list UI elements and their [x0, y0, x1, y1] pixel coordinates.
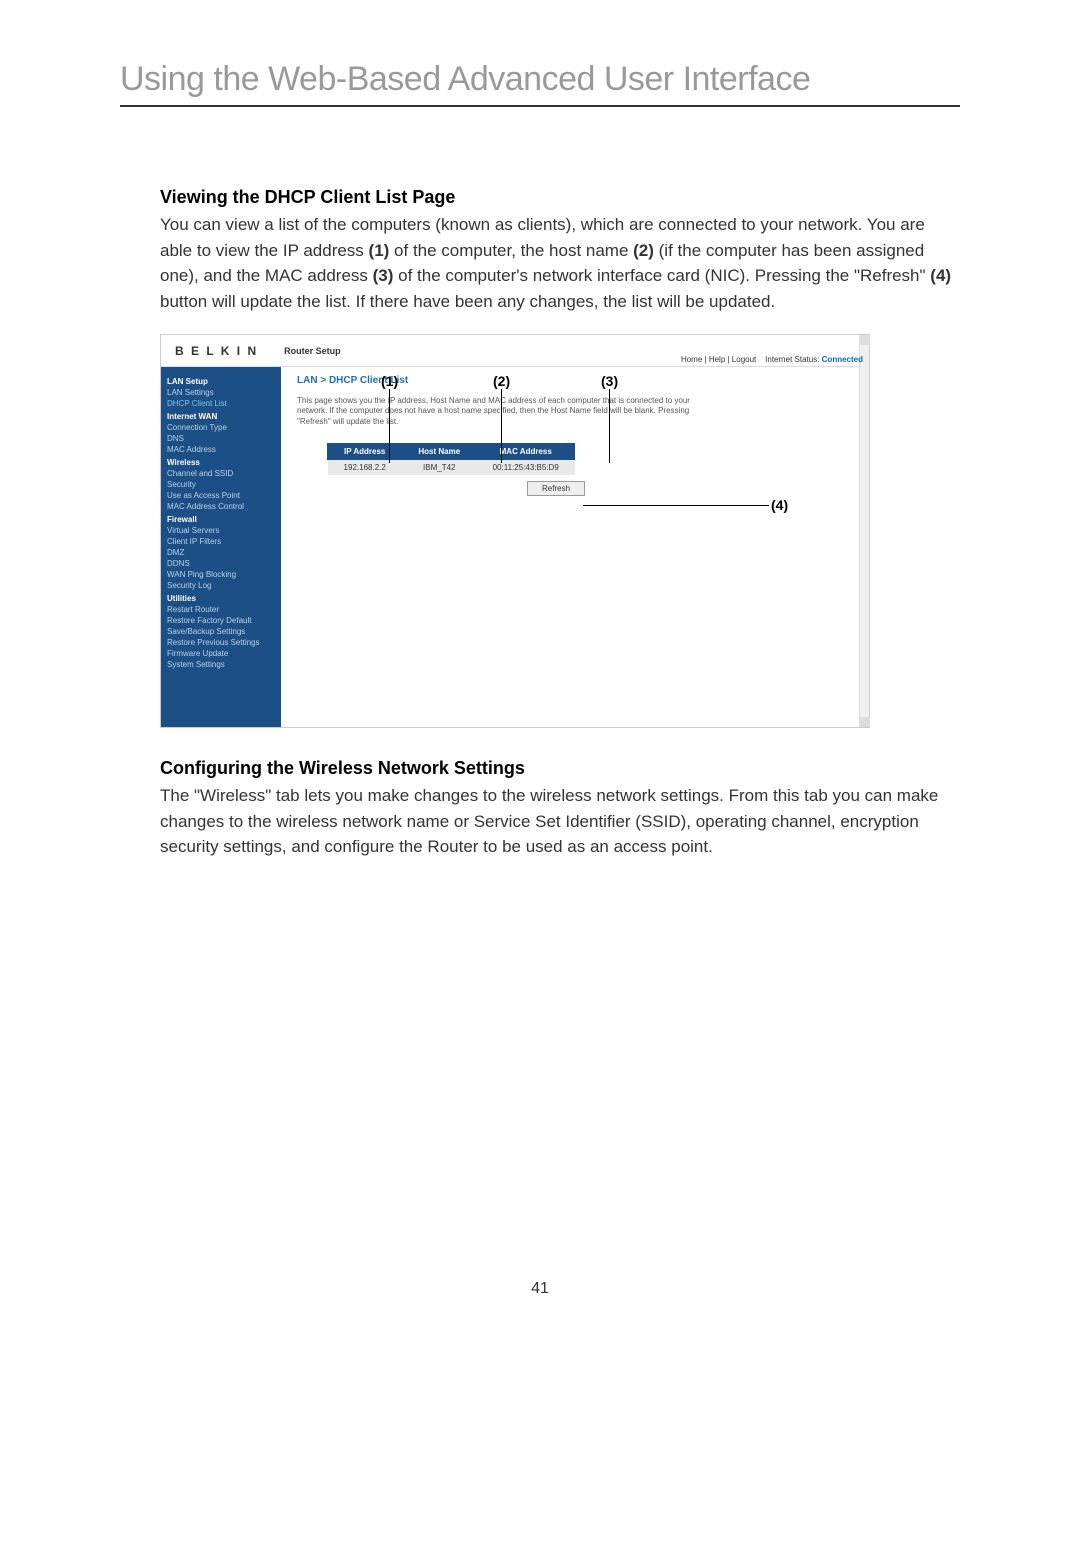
callout-1: (1) — [381, 373, 398, 389]
sidebar-item[interactable]: Client IP Filters — [167, 537, 277, 546]
sidebar-group-head: Utilities — [167, 594, 277, 603]
page-number: 41 — [120, 1280, 960, 1298]
sidebar-item[interactable]: Restore Factory Default — [167, 616, 277, 625]
table-cell: IBM_T42 — [402, 460, 477, 476]
sidebar-item[interactable]: Security — [167, 480, 277, 489]
sidebar-item[interactable]: Restore Previous Settings — [167, 638, 277, 647]
table-header: Host Name — [402, 444, 477, 460]
callout-4: (4) — [771, 497, 788, 513]
table-cell: 00:11:25:43:B5:D9 — [477, 460, 575, 476]
table-header: MAC Address — [477, 444, 575, 460]
callout-3: (3) — [601, 373, 618, 389]
sidebar-group-head: Wireless — [167, 458, 277, 467]
section2-text: The "Wireless" tab lets you make changes… — [160, 783, 960, 860]
belkin-logo: B E L K I N — [161, 344, 272, 358]
sidebar-item[interactable]: DDNS — [167, 559, 277, 568]
page-title: Using the Web-Based Advanced User Interf… — [120, 60, 960, 107]
router-screenshot: B E L K I N Router Setup Home | Help | L… — [160, 334, 870, 728]
page-description: This page shows you the IP address, Host… — [297, 396, 697, 427]
sidebar-item[interactable]: Use as Access Point — [167, 491, 277, 500]
table-row: 192.168.2.2IBM_T4200:11:25:43:B5:D9 — [328, 460, 575, 476]
sidebar-item[interactable]: DHCP Client List — [167, 399, 277, 408]
sidebar-item[interactable]: Virtual Servers — [167, 526, 277, 535]
sidebar-item[interactable]: DMZ — [167, 548, 277, 557]
sidebar-group-head: Internet WAN — [167, 412, 277, 421]
sidebar-item[interactable]: MAC Address — [167, 445, 277, 454]
sidebar-item[interactable]: Connection Type — [167, 423, 277, 432]
top-links[interactable]: Home | Help | Logout — [681, 355, 756, 364]
internet-status-value: Connected — [822, 355, 863, 364]
sidebar-item[interactable]: DNS — [167, 434, 277, 443]
main-content: LAN > DHCP Client List This page shows y… — [281, 367, 869, 727]
sidebar-item[interactable]: Restart Router — [167, 605, 277, 614]
sidebar-item[interactable]: Save/Backup Settings — [167, 627, 277, 636]
router-setup-label: Router Setup — [272, 346, 341, 356]
sidebar-item[interactable]: WAN Ping Blocking — [167, 570, 277, 579]
sidebar-group-head: Firewall — [167, 515, 277, 524]
section1-text: You can view a list of the computers (kn… — [160, 212, 960, 314]
refresh-button[interactable]: Refresh — [527, 481, 585, 496]
top-right-nav: Home | Help | Logout Internet Status: Co… — [681, 355, 863, 364]
table-cell: 192.168.2.2 — [328, 460, 402, 476]
section1-heading: Viewing the DHCP Client List Page — [160, 187, 960, 208]
sidebar-item[interactable]: MAC Address Control — [167, 502, 277, 511]
section2-heading: Configuring the Wireless Network Setting… — [160, 758, 960, 779]
sidebar-item[interactable]: LAN Settings — [167, 388, 277, 397]
sidebar-item[interactable]: System Settings — [167, 660, 277, 669]
sidebar-item[interactable]: Firmware Update — [167, 649, 277, 658]
sidebar-item[interactable]: Channel and SSID — [167, 469, 277, 478]
sidebar-group-head: LAN Setup — [167, 377, 277, 386]
sidebar-nav: LAN Setup LAN Settings DHCP Client List Int… — [161, 367, 281, 727]
sidebar-item[interactable]: Security Log — [167, 581, 277, 590]
table-header: IP Address — [328, 444, 402, 460]
dhcp-client-table: IP AddressHost NameMAC Address 192.168.2… — [327, 443, 575, 475]
callout-2: (2) — [493, 373, 510, 389]
